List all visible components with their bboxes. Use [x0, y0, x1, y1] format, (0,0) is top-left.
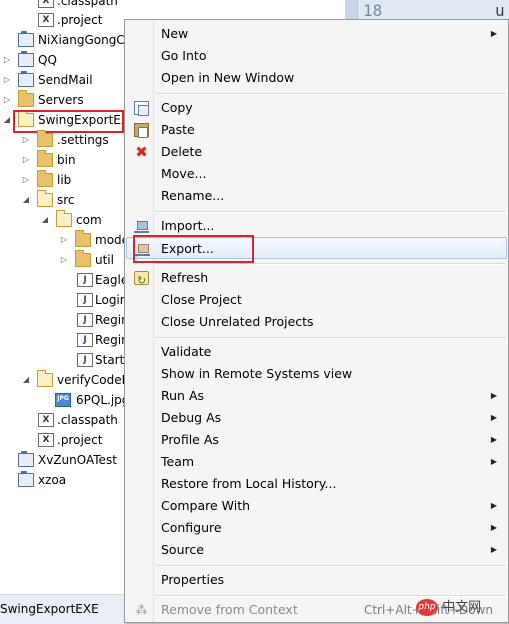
- java-file-icon: J: [77, 273, 93, 287]
- expand-arrow-icon[interactable]: ▷: [21, 170, 31, 190]
- menu-item-close-unrelated-projects[interactable]: Close Unrelated Projects: [126, 311, 507, 333]
- expand-arrow-icon[interactable]: ▷: [59, 250, 69, 270]
- submenu-arrow-icon: ▶: [490, 545, 497, 554]
- project-icon: [18, 451, 34, 467]
- submenu-arrow-icon: ▶: [490, 29, 497, 38]
- project-icon: [18, 471, 34, 487]
- project-file-icon: X: [38, 433, 54, 447]
- java-file-icon: J: [77, 353, 93, 367]
- java-file-icon: J: [77, 293, 93, 307]
- menu-item-copy[interactable]: Copy: [126, 97, 507, 119]
- folder-icon: [75, 250, 91, 267]
- expand-arrow-icon[interactable]: ▷: [2, 70, 12, 90]
- submenu-arrow-icon: ▶: [490, 413, 497, 422]
- menu-item-validate[interactable]: Validate: [126, 341, 507, 363]
- folder-open-icon: [37, 370, 53, 387]
- collapse-arrow-icon[interactable]: ◢: [40, 210, 50, 230]
- refresh-icon: [134, 270, 149, 292]
- expand-arrow-icon[interactable]: ▷: [59, 230, 69, 250]
- collapse-arrow-icon[interactable]: ◢: [21, 370, 31, 390]
- folder-icon: [37, 130, 53, 147]
- menu-item-rename[interactable]: Rename...: [126, 185, 507, 207]
- project-icon: [18, 31, 34, 47]
- menu-item-go-into[interactable]: Go Into: [126, 45, 507, 67]
- menu-item-delete[interactable]: ✖ Delete: [126, 141, 507, 163]
- expand-arrow-icon[interactable]: ▷: [2, 90, 12, 110]
- folder-open-icon: [37, 190, 53, 207]
- menu-item-profile-as[interactable]: Profile As ▶: [126, 429, 507, 451]
- menu-separator: [155, 595, 505, 597]
- menu-separator: [155, 337, 505, 339]
- folder-icon: [75, 230, 91, 247]
- menu-item-move[interactable]: Move...: [126, 163, 507, 185]
- watermark-text: 中文网: [442, 600, 482, 615]
- folder-icon: [18, 90, 34, 107]
- remove-context-icon: ⁂: [135, 603, 148, 617]
- line-number: 18: [363, 1, 383, 20]
- menu-item-close-project[interactable]: Close Project: [126, 289, 507, 311]
- java-file-icon: J: [77, 333, 93, 347]
- folder-icon: [37, 170, 53, 187]
- classpath-file-icon: X: [38, 413, 54, 427]
- menu-item-show-in-remote-systems[interactable]: Show in Remote Systems view: [126, 363, 507, 385]
- menu-item-refresh[interactable]: Refresh: [126, 267, 507, 292]
- menu-separator: [155, 565, 505, 567]
- java-file-icon: J: [77, 313, 93, 327]
- expand-arrow-icon[interactable]: ▷: [21, 130, 31, 150]
- menu-item-new[interactable]: New ▶: [126, 23, 507, 45]
- project-icon: [18, 71, 34, 87]
- import-icon: [134, 219, 149, 233]
- project-icon: [18, 51, 34, 67]
- editor-text: u: [495, 1, 505, 20]
- folder-icon: [37, 150, 53, 167]
- menu-item-source[interactable]: Source ▶: [126, 539, 507, 561]
- menu-item-import[interactable]: Import...: [126, 215, 507, 237]
- menu-separator: [155, 93, 505, 95]
- menu-item-team[interactable]: Team ▶: [126, 451, 507, 473]
- menu-item-run-as[interactable]: Run As ▶: [126, 385, 507, 407]
- submenu-arrow-icon: ▶: [490, 435, 497, 444]
- menu-separator: [155, 263, 505, 265]
- menu-item-debug-as[interactable]: Debug As ▶: [126, 407, 507, 429]
- submenu-arrow-icon: ▶: [490, 501, 497, 510]
- php-logo-icon: php: [416, 599, 438, 616]
- expand-arrow-icon[interactable]: ▷: [21, 150, 31, 170]
- menu-item-paste[interactable]: Paste: [126, 119, 507, 141]
- menu-item-compare-with[interactable]: Compare With ▶: [126, 495, 507, 517]
- delete-icon: ✖: [135, 143, 148, 161]
- context-menu: New ▶ Go Into Open in New Window Copy Pa…: [124, 19, 509, 623]
- menu-item-open-in-new-window[interactable]: Open in New Window: [126, 67, 507, 89]
- collapse-arrow-icon[interactable]: ◢: [2, 110, 12, 130]
- highlight-box-export: [133, 235, 254, 263]
- collapse-arrow-icon[interactable]: ◢: [21, 190, 31, 210]
- status-text: SwingExportEXE: [0, 602, 99, 616]
- menu-separator: [155, 211, 505, 213]
- submenu-arrow-icon: ▶: [490, 523, 497, 532]
- watermark: php 中文网: [416, 598, 481, 618]
- copy-icon: [134, 101, 149, 116]
- menu-item-configure[interactable]: Configure ▶: [126, 517, 507, 539]
- image-file-icon: JPG: [55, 393, 71, 407]
- submenu-arrow-icon: ▶: [490, 457, 497, 466]
- project-file-icon: X: [38, 13, 54, 27]
- menu-item-properties[interactable]: Properties: [126, 569, 507, 591]
- classpath-file-icon: X: [38, 0, 54, 8]
- expand-arrow-icon[interactable]: ▷: [2, 50, 12, 70]
- paste-icon: [134, 123, 149, 138]
- submenu-arrow-icon: ▶: [490, 391, 497, 400]
- folder-open-icon: [56, 210, 72, 227]
- package-explorer-tree: X .classpath X .project NiXiangGongC ▷ Q…: [0, 0, 127, 623]
- menu-item-restore-from-local-history[interactable]: Restore from Local History...: [126, 473, 507, 495]
